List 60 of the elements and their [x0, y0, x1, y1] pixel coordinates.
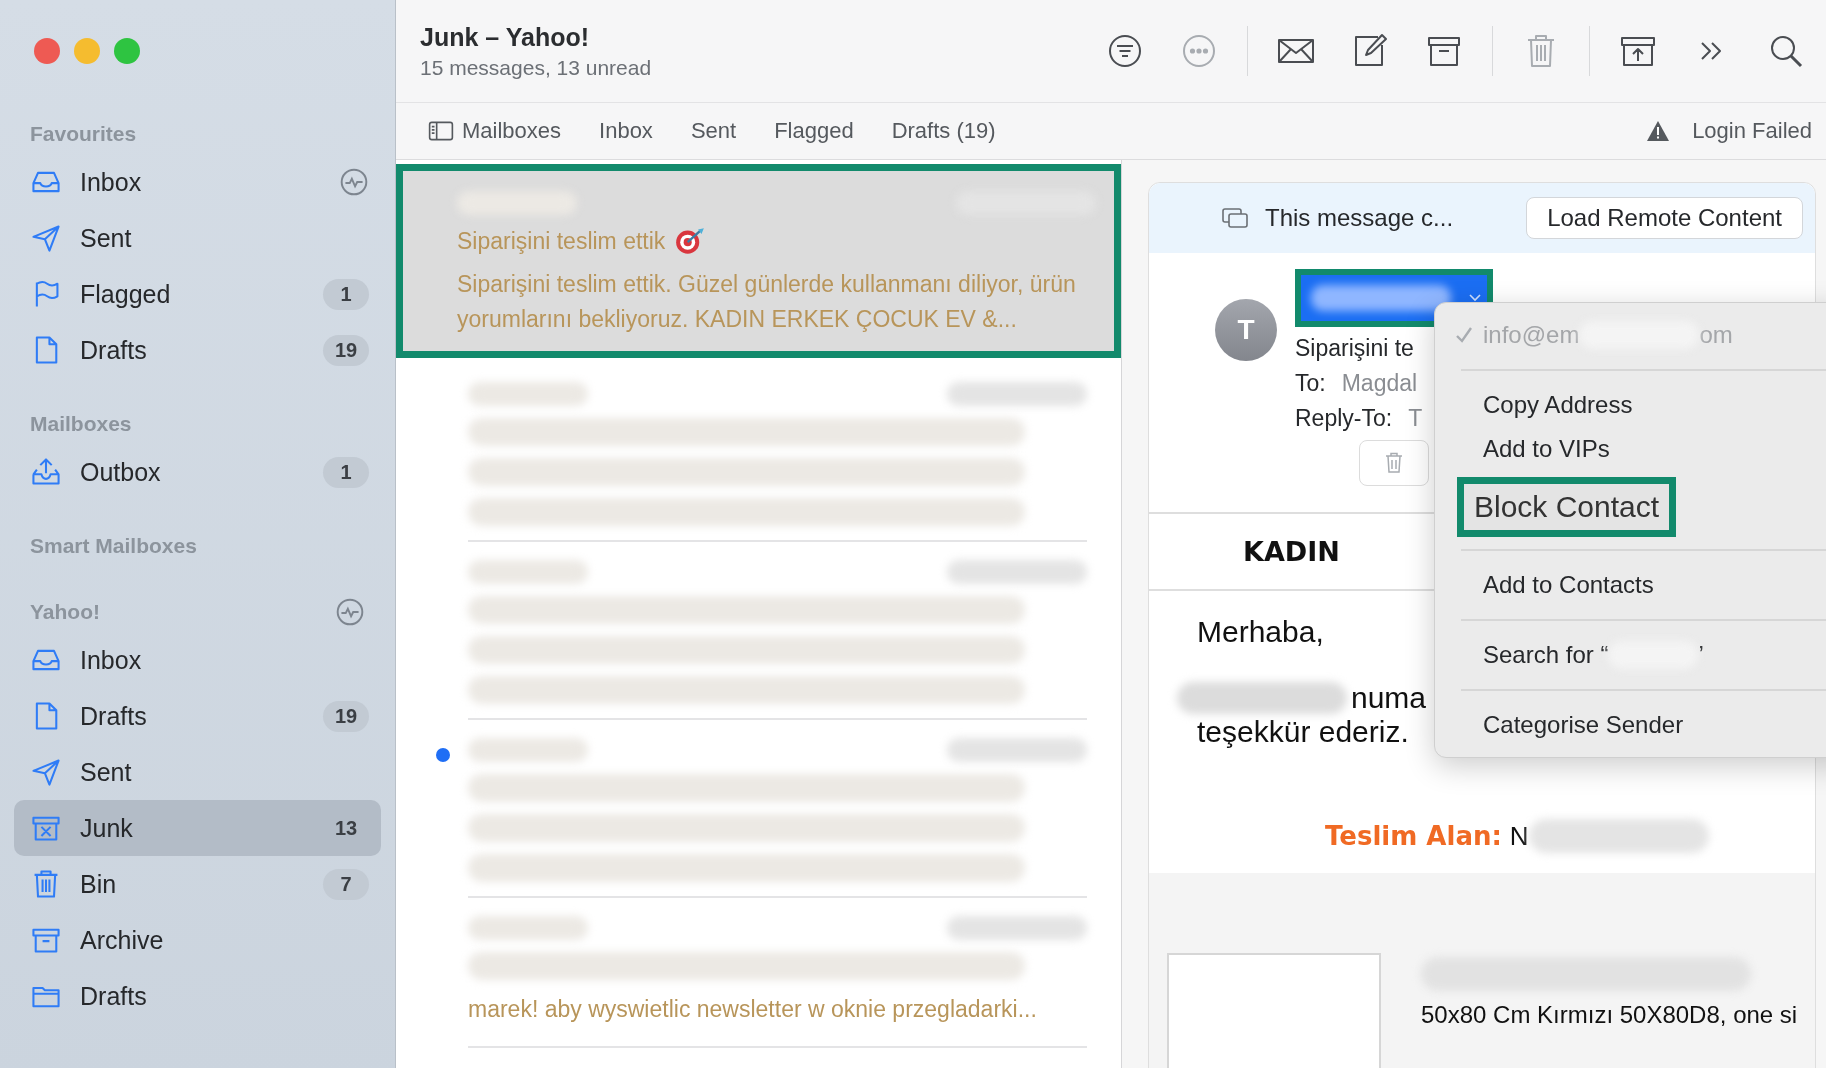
sidebar-item[interactable]: Sent — [14, 210, 381, 266]
delivery-label: Teslim Alan: — [1325, 821, 1502, 851]
message-count: 15 messages, 13 unread — [420, 55, 653, 80]
menu-item[interactable]: Copy Address — [1435, 383, 1826, 427]
close-button[interactable] — [34, 38, 60, 64]
body-text: teşekkür ederiz. — [1197, 715, 1409, 749]
favourite-button[interactable]: Flagged — [762, 114, 866, 148]
menu-item[interactable]: Categorise Sender — [1435, 703, 1826, 747]
window-title: Junk – Yahoo! — [420, 22, 591, 52]
field-label: To: — [1295, 370, 1326, 397]
sidebar-toggle-icon — [428, 120, 454, 142]
warning-icon — [1646, 120, 1671, 142]
sidebar-item[interactable]: Flagged 1 — [14, 266, 381, 322]
favourite-button[interactable]: Drafts (19) — [879, 114, 1008, 148]
greeting-text: Merhaba, — [1197, 615, 1325, 649]
unread-count: 1 — [323, 456, 369, 488]
unread-count: 7 — [323, 868, 369, 900]
sidebar-item[interactable]: Bin 7 — [14, 856, 381, 912]
unread-count: 19 — [323, 700, 369, 732]
menu-item[interactable]: Add to Contacts — [1435, 563, 1826, 607]
menu-item[interactable]: Block Contact — [1457, 477, 1677, 537]
favourite-button[interactable]: Mailboxes — [416, 114, 574, 148]
load-remote-content-button[interactable]: Load Remote Content — [1526, 197, 1803, 239]
recipient-name: N — [1509, 820, 1529, 852]
unread-count: 1 — [323, 278, 369, 310]
sidebar-item[interactable]: Outbox 1 — [14, 444, 381, 500]
message-subject: Siparişini teslim ettik — [457, 227, 666, 255]
sidebar-item[interactable]: Inbox — [14, 154, 381, 210]
overlapping-windows-icon — [1221, 207, 1249, 229]
sidebar-item[interactable]: Junk 13 — [14, 800, 381, 856]
favourite-button[interactable]: Inbox — [587, 114, 665, 148]
sidebar-item[interactable]: Sent — [14, 744, 381, 800]
menu-item[interactable]: Add to VIPs — [1435, 427, 1826, 471]
trash-icon — [1384, 452, 1404, 474]
recipient-name: Magdal — [1341, 370, 1418, 397]
message-preview: marek! aby wyswietlic newsletter w oknie przegladarki... — [468, 995, 1038, 1024]
reply-to-address: T — [1408, 405, 1423, 432]
menu-item[interactable]: Search for “ ’ — [1435, 633, 1826, 677]
message-preview: Siparişini teslim ettik. Güzel günlerde kullanmanı diliyor, ürün yorumlarını bekliyoruz. KADIN ERKEK ÇOCUK EV &... — [457, 270, 1077, 334]
chevron-down-icon — [1469, 294, 1481, 302]
sidebar-item[interactable]: Drafts 19 — [14, 322, 381, 378]
unread-count: 19 — [323, 334, 369, 366]
sidebar-item[interactable]: Archive — [14, 912, 381, 968]
sidebar-item[interactable]: Drafts 19 — [14, 688, 381, 744]
sidebar-item[interactable]: Inbox — [14, 632, 381, 688]
zoom-button[interactable] — [114, 38, 140, 64]
minimize-button[interactable] — [74, 38, 100, 64]
category-heading: KADIN — [1243, 536, 1340, 567]
unread-count: 13 — [333, 815, 359, 841]
delete-button[interactable] — [1359, 440, 1429, 486]
body-text: numa — [1351, 681, 1427, 715]
banner-text: This message c... — [1265, 204, 1455, 232]
dartboard-icon — [675, 227, 706, 255]
sidebar-item[interactable]: Drafts — [14, 968, 381, 1024]
product-name: 50x80 Cm Kırmızı 50X80D8, one si — [1421, 1001, 1798, 1029]
email-subject: Siparişini te — [1295, 335, 1415, 362]
status-text: Login Failed — [1692, 118, 1812, 144]
avatar: T — [1215, 299, 1277, 361]
favourite-button[interactable]: Sent — [678, 114, 749, 148]
field-label: Reply-To: — [1295, 405, 1393, 432]
